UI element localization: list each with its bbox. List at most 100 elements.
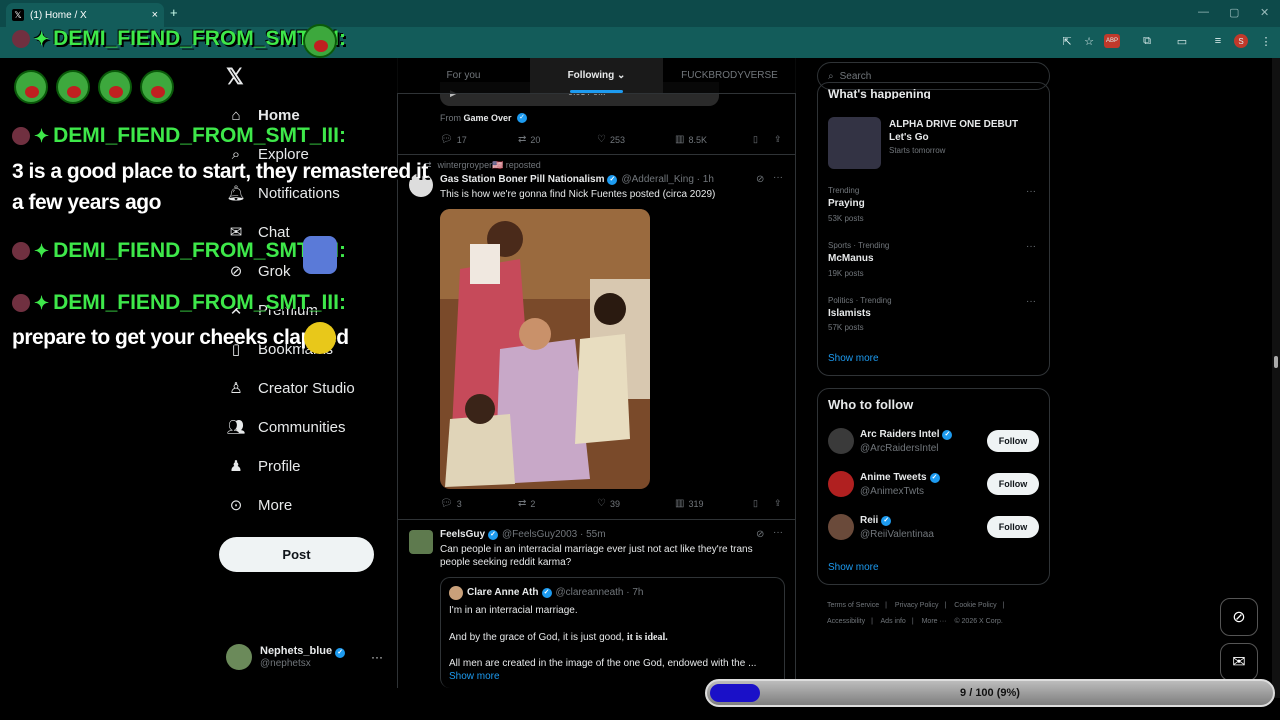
messages-fab-icon[interactable]: ✉ xyxy=(1220,643,1258,681)
repost-button[interactable]: ⇄ 20 xyxy=(518,134,540,145)
grok-icon[interactable]: ⊘ xyxy=(756,529,764,540)
share-icon[interactable]: ⇪ xyxy=(774,134,782,145)
home-icon: ⌂ xyxy=(231,106,241,124)
quoted-line3: All men are created in the image of the … xyxy=(449,658,757,669)
browser-menu-icon[interactable]: ⋮ xyxy=(1259,34,1273,48)
event-meta: Starts tomorrow xyxy=(889,146,946,155)
follow-button[interactable]: Follow xyxy=(987,473,1039,495)
trend-name[interactable]: Praying xyxy=(828,198,865,209)
feed-tabs: For you Following ⌄ FUCKBRODYVERSE xyxy=(397,58,796,94)
tab-close-icon[interactable]: × xyxy=(152,9,158,21)
tweet-photo[interactable] xyxy=(440,209,650,489)
footer-link[interactable]: Ads info xyxy=(881,618,906,625)
trend-more-icon[interactable]: ··· xyxy=(1026,186,1036,197)
avatar[interactable] xyxy=(828,428,854,454)
views-icon: ▥ xyxy=(675,498,685,509)
event-subtitle: Let's Go xyxy=(889,132,929,143)
grok-fab-icon[interactable]: ⊘ xyxy=(1220,598,1258,636)
x-logo-icon[interactable]: 𝕏 xyxy=(226,64,244,90)
chat-username: ✦ DEMI_FIEND_FROM_SMT_III: xyxy=(12,27,346,51)
sidebar-item-creator-studio[interactable]: ♙ Creator Studio xyxy=(226,378,354,398)
tab-fuckbrodyverse[interactable]: FUCKBRODYVERSE xyxy=(663,58,796,93)
footer-link[interactable]: More ··· xyxy=(922,618,947,625)
adblock-icon[interactable]: ABP xyxy=(1104,34,1120,48)
bookmark-icon[interactable]: ▯ xyxy=(753,498,758,509)
footer-link[interactable]: Accessibility xyxy=(827,618,865,625)
extensions-icon[interactable]: ⧉ xyxy=(1140,34,1154,48)
browser-tab[interactable]: 𝕏 (1) Home / X × xyxy=(6,3,164,27)
sidebar-item-profile[interactable]: ♟ Profile xyxy=(226,456,300,476)
media-icon[interactable]: ≡ xyxy=(1211,34,1225,48)
chat-username: ✦ DEMI_FIEND_FROM_SMT_III: xyxy=(12,291,346,315)
grok-icon: ⊘ xyxy=(229,263,243,280)
more-icon: ⊙ xyxy=(229,497,243,514)
reply-icon: 💬︎ xyxy=(440,498,453,509)
footer-link[interactable]: Terms of Service xyxy=(827,602,879,609)
frog-emote-icon xyxy=(303,24,337,58)
sidebar-item-more[interactable]: ⊙ More xyxy=(226,495,292,515)
tweet-author[interactable]: FeelsGuy ✓ @FeelsGuy2003 · 55m xyxy=(440,529,606,540)
minimize-button[interactable]: — xyxy=(1198,6,1209,18)
bookmark-icon[interactable]: ▯ xyxy=(753,134,758,145)
emoji-emote-icon xyxy=(304,322,336,354)
follow-suggestion-name[interactable]: Arc Raiders Intel ✓ xyxy=(860,429,953,440)
trend-posts: 53K posts xyxy=(828,214,864,223)
views-button[interactable]: ▥ 8.5K xyxy=(675,134,707,145)
event-image[interactable] xyxy=(828,117,881,169)
avatar[interactable] xyxy=(828,471,854,497)
tweet-more-icon[interactable]: ··· xyxy=(773,527,783,538)
creator-icon: ♙ xyxy=(229,380,243,397)
reply-button[interactable]: 💬︎ 3 xyxy=(440,498,462,509)
maximize-button[interactable]: ▢ xyxy=(1229,6,1239,19)
from-label: From Game Over ✓ xyxy=(440,113,528,123)
install-icon[interactable]: ⇱ xyxy=(1060,34,1074,48)
chat-message: a few years ago xyxy=(12,191,161,214)
chevron-down-icon: ⌄ xyxy=(617,70,626,81)
tweet-more-icon[interactable]: ··· xyxy=(773,172,783,183)
share-icon[interactable]: ⇪ xyxy=(774,498,782,509)
search-icon: ⌕ xyxy=(828,70,834,82)
show-more-link[interactable]: Show more xyxy=(828,562,879,573)
grok-icon[interactable]: ⊘ xyxy=(756,174,764,185)
account-more-icon[interactable]: ··· xyxy=(371,650,383,664)
event-title[interactable]: ALPHA DRIVE ONE DEBUT xyxy=(889,119,1018,130)
show-more-link[interactable]: Show more xyxy=(449,671,500,682)
profile-avatar[interactable]: S xyxy=(1234,34,1248,48)
like-button[interactable]: ♡ 39 xyxy=(597,498,620,509)
trend-context: Sports · Trending xyxy=(828,241,890,250)
trend-more-icon[interactable]: ··· xyxy=(1026,241,1036,252)
reply-button[interactable]: 💬︎ 17 xyxy=(440,134,467,145)
follow-suggestion-name[interactable]: Anime Tweets ✓ xyxy=(860,472,940,483)
show-more-link[interactable]: Show more xyxy=(828,353,879,364)
follow-button[interactable]: Follow xyxy=(987,516,1039,538)
tweet-author[interactable]: Gas Station Boner Pill Nationalism ✓ @Adde… xyxy=(440,174,714,185)
account-switcher[interactable]: Nephets_blue ✓ @nephetsx xyxy=(226,644,346,670)
follow-button[interactable]: Follow xyxy=(987,430,1039,452)
diamond-icon: ✦ xyxy=(34,292,50,313)
post-button[interactable]: Post xyxy=(219,537,374,572)
trend-more-icon[interactable]: ··· xyxy=(1026,296,1036,307)
views-button[interactable]: ▥ 319 xyxy=(675,498,703,509)
repost-button[interactable]: ⇄ 2 xyxy=(518,498,535,509)
footer-link[interactable]: Privacy Policy xyxy=(895,602,939,609)
sidebar-item-communities[interactable]: 👥︎ Communities xyxy=(226,417,345,437)
chat-badge-icon xyxy=(12,294,30,312)
trend-name[interactable]: Islamists xyxy=(828,308,871,319)
like-button[interactable]: ♡ 253 xyxy=(597,134,625,145)
footer-link[interactable]: Cookie Policy xyxy=(954,602,996,609)
sidebar-item-home[interactable]: ⌂ Home xyxy=(226,105,299,125)
views-icon: ▥ xyxy=(675,134,685,145)
tab-following[interactable]: Following ⌄ xyxy=(530,58,663,93)
new-tab-button[interactable]: + xyxy=(170,5,178,20)
trend-name[interactable]: McManus xyxy=(828,253,874,264)
sidebar-item-grok[interactable]: ⊘ Grok xyxy=(226,261,291,281)
split-screen-icon[interactable]: ▭ xyxy=(1175,34,1189,48)
avatar[interactable] xyxy=(409,530,433,554)
tab-for-you[interactable]: For you xyxy=(397,58,530,93)
scrollbar-thumb[interactable] xyxy=(1274,356,1278,368)
star-icon[interactable]: ☆ xyxy=(1082,34,1096,48)
avatar[interactable] xyxy=(828,514,854,540)
scrollbar[interactable] xyxy=(1272,58,1280,698)
follow-suggestion-name[interactable]: Reii ✓ xyxy=(860,515,892,526)
window-close-button[interactable]: ✕ xyxy=(1260,6,1269,19)
